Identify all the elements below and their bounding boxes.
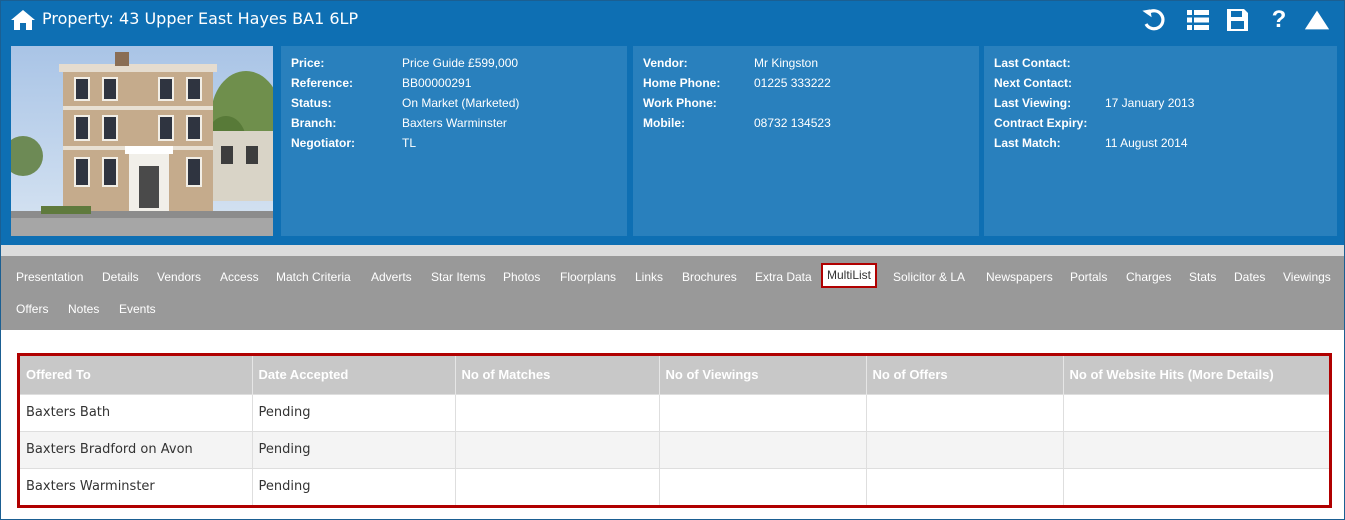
tab-match-criteria[interactable]: Match Criteria	[276, 270, 351, 284]
table-row[interactable]: Baxters Warminster Pending	[20, 467, 1329, 505]
tab-multilist[interactable]: MultiList	[821, 263, 878, 288]
tab-charges[interactable]: Charges	[1126, 270, 1171, 284]
date-accepted-cell: Pending	[252, 393, 456, 431]
tab-offers[interactable]: Offers	[16, 302, 48, 316]
column-header-no-of-website-hits[interactable]: No of Website Hits (More Details)	[1063, 356, 1329, 394]
tab-extra-data[interactable]: Extra Data	[755, 270, 812, 284]
tab-vendors[interactable]: Vendors	[157, 270, 201, 284]
vendor-value: Mr Kingston	[754, 56, 819, 70]
last-viewing-value: 17 January 2013	[1105, 96, 1195, 110]
property-info-panel: Price: Price Guide £599,000 Reference: B…	[281, 46, 627, 236]
offered-to-cell: Baxters Warminster	[20, 467, 253, 505]
table-row[interactable]: Baxters Bath Pending	[20, 393, 1329, 431]
last-match-value: 11 August 2014	[1105, 136, 1188, 150]
status-value: On Market (Marketed)	[402, 96, 520, 110]
price-value: Price Guide £599,000	[402, 56, 519, 70]
no-of-website-hits-cell	[1063, 430, 1329, 468]
column-header-no-of-matches[interactable]: No of Matches	[455, 356, 660, 394]
price-label: Price:	[291, 56, 325, 70]
no-of-website-hits-cell	[1063, 467, 1329, 505]
tab-viewings[interactable]: Viewings	[1283, 270, 1331, 284]
help-icon[interactable]: ?	[1265, 7, 1293, 33]
reference-label: Reference:	[291, 76, 354, 90]
no-of-offers-cell	[866, 393, 1064, 431]
multilist-table: Offered To Date Accepted No of Matches N…	[20, 356, 1329, 505]
tab-star-items[interactable]: Star Items	[431, 270, 486, 284]
last-viewing-label: Last Viewing:	[994, 96, 1072, 110]
no-of-viewings-cell	[659, 467, 867, 505]
date-accepted-cell: Pending	[252, 467, 456, 505]
column-header-offered-to[interactable]: Offered To	[20, 356, 253, 394]
contact-info-panel: Last Contact: Next Contact: Last Viewing…	[984, 46, 1337, 236]
tab-photos[interactable]: Photos	[503, 270, 540, 284]
table-header-row: Offered To Date Accepted No of Matches N…	[20, 356, 1329, 394]
no-of-matches-cell	[455, 430, 660, 468]
work-phone-label: Work Phone:	[643, 96, 717, 110]
status-label: Status:	[291, 96, 332, 110]
no-of-viewings-cell	[659, 393, 867, 431]
tab-adverts[interactable]: Adverts	[371, 270, 412, 284]
collapse-icon[interactable]	[1303, 7, 1331, 33]
home-phone-value: 01225 333222	[754, 76, 831, 90]
home-icon[interactable]	[10, 8, 36, 32]
column-header-no-of-offers[interactable]: No of Offers	[866, 356, 1064, 394]
reference-value: BB00000291	[402, 76, 472, 90]
tab-newspapers[interactable]: Newspapers	[986, 270, 1053, 284]
list-icon[interactable]	[1184, 7, 1212, 33]
property-photo	[11, 46, 273, 236]
tab-dates[interactable]: Dates	[1234, 270, 1265, 284]
no-of-matches-cell	[455, 393, 660, 431]
tab-notes[interactable]: Notes	[68, 302, 99, 316]
column-header-no-of-viewings[interactable]: No of Viewings	[659, 356, 867, 394]
no-of-matches-cell	[455, 467, 660, 505]
no-of-offers-cell	[866, 430, 1064, 468]
title-bar: Property: 43 Upper East Hayes BA1 6LP ?	[1, 1, 1344, 39]
tab-access[interactable]: Access	[220, 270, 259, 284]
branch-label: Branch:	[291, 116, 337, 130]
vendor-info-panel: Vendor: Mr Kingston Home Phone: 01225 33…	[633, 46, 979, 236]
multilist-table-container: Offered To Date Accepted No of Matches N…	[17, 353, 1332, 508]
tab-portals[interactable]: Portals	[1070, 270, 1107, 284]
property-header: Property: 43 Upper East Hayes BA1 6LP ?	[1, 1, 1344, 245]
last-contact-label: Last Contact:	[994, 56, 1071, 70]
negotiator-value: TL	[402, 136, 417, 150]
table-row[interactable]: Baxters Bradford on Avon Pending	[20, 430, 1329, 468]
tab-events[interactable]: Events	[119, 302, 156, 316]
tab-details[interactable]: Details	[102, 270, 139, 284]
save-icon[interactable]	[1223, 7, 1251, 33]
header-divider	[1, 245, 1344, 256]
offered-to-cell: Baxters Bath	[20, 393, 253, 431]
tab-stats[interactable]: Stats	[1189, 270, 1216, 284]
negotiator-label: Negotiator:	[291, 136, 355, 150]
next-contact-label: Next Contact:	[994, 76, 1073, 90]
tab-presentation[interactable]: Presentation	[16, 270, 83, 284]
mobile-label: Mobile:	[643, 116, 685, 130]
undo-icon[interactable]	[1140, 7, 1168, 33]
offered-to-cell: Baxters Bradford on Avon	[20, 430, 253, 468]
contract-expiry-label: Contract Expiry:	[994, 116, 1088, 130]
tab-floorplans[interactable]: Floorplans	[560, 270, 616, 284]
vendor-label: Vendor:	[643, 56, 688, 70]
tab-solicitor-la[interactable]: Solicitor & LA	[893, 270, 965, 284]
no-of-offers-cell	[866, 467, 1064, 505]
branch-value: Baxters Warminster	[402, 116, 507, 130]
no-of-viewings-cell	[659, 430, 867, 468]
date-accepted-cell: Pending	[252, 430, 456, 468]
tab-links[interactable]: Links	[635, 270, 663, 284]
mobile-value: 08732 134523	[754, 116, 831, 130]
column-header-date-accepted[interactable]: Date Accepted	[252, 356, 456, 394]
last-match-label: Last Match:	[994, 136, 1061, 150]
home-phone-label: Home Phone:	[643, 76, 721, 90]
tabs-bar: Presentation Details Vendors Access Matc…	[1, 256, 1344, 330]
page-title: Property: 43 Upper East Hayes BA1 6LP	[42, 9, 359, 28]
no-of-website-hits-cell	[1063, 393, 1329, 431]
tab-brochures[interactable]: Brochures	[682, 270, 737, 284]
